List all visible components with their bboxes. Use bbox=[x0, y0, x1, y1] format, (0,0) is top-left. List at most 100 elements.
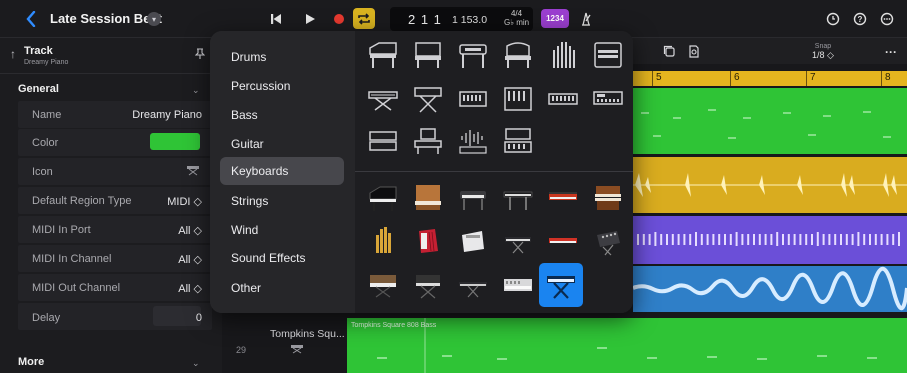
electric-piano-photo-icon[interactable] bbox=[453, 177, 493, 217]
category-bass[interactable]: Bass bbox=[220, 101, 344, 129]
mini-keyboard-icon[interactable] bbox=[543, 79, 583, 119]
compact-keyboard-icon[interactable] bbox=[588, 79, 628, 119]
synth-on-stand-icon[interactable] bbox=[408, 79, 448, 119]
midi-in-port-value[interactable]: All ◇ bbox=[178, 224, 202, 237]
keytar-icon[interactable] bbox=[363, 79, 403, 119]
record-icon bbox=[334, 14, 344, 24]
inspector-track-label[interactable]: Track bbox=[24, 45, 53, 57]
general-section-title[interactable]: General bbox=[18, 83, 59, 95]
region-name: Tompkins Square 808 Bass bbox=[351, 322, 437, 329]
playhead-position: 2 1 1 bbox=[408, 12, 442, 27]
back-button[interactable] bbox=[22, 9, 40, 29]
more-section-title[interactable]: More bbox=[18, 356, 44, 368]
snap-value: 1/8 ◇ bbox=[812, 50, 834, 60]
pin-icon[interactable] bbox=[194, 48, 206, 63]
bar-number: 7 bbox=[810, 72, 816, 83]
keyboard-stand-icon[interactable] bbox=[186, 164, 200, 179]
category-keyboards[interactable]: Keyboards bbox=[220, 157, 344, 185]
delay-field[interactable] bbox=[153, 306, 201, 326]
midi-region-green[interactable] bbox=[633, 88, 907, 154]
skip-back-icon bbox=[271, 14, 281, 24]
history-button[interactable] bbox=[823, 9, 843, 29]
track-name[interactable]: Tompkins Squ... bbox=[270, 328, 345, 340]
audio-region-yellow[interactable] bbox=[633, 157, 907, 213]
category-wind[interactable]: Wind bbox=[220, 216, 344, 244]
grand-piano-icon[interactable] bbox=[363, 35, 403, 75]
pipe-organ-photo-icon[interactable] bbox=[363, 221, 403, 261]
icon-grid bbox=[355, 31, 633, 313]
digital-keyboard-photo-icon[interactable] bbox=[498, 221, 538, 261]
red-keyboard-photo-icon[interactable] bbox=[543, 221, 583, 261]
category-percussion[interactable]: Percussion bbox=[220, 72, 344, 100]
red-synth-photo-icon[interactable] bbox=[543, 177, 583, 217]
metronome-button[interactable] bbox=[576, 9, 596, 29]
synth-dark-photo-icon[interactable] bbox=[453, 265, 493, 305]
sampler-waveform-icon[interactable] bbox=[453, 121, 493, 161]
region-type-value[interactable]: MIDI ◇ bbox=[167, 195, 202, 208]
snap-control[interactable]: Snap 1/8 ◇ bbox=[812, 42, 834, 61]
question-icon: ? bbox=[853, 12, 867, 26]
silver-synth-photo-icon[interactable] bbox=[498, 265, 538, 305]
loop-browser-icon[interactable] bbox=[687, 44, 700, 62]
modular-synth-icon[interactable] bbox=[498, 79, 538, 119]
synth-stand-photo-icon[interactable] bbox=[408, 265, 448, 305]
controller-keyboard-icon[interactable] bbox=[498, 121, 538, 161]
keyboard-stand-selected-icon[interactable] bbox=[539, 263, 583, 307]
chevron-down-icon[interactable]: ⌄ bbox=[192, 85, 200, 96]
play-button[interactable] bbox=[302, 10, 318, 28]
section-divider bbox=[355, 171, 633, 172]
two-tier-keyboard-icon[interactable] bbox=[363, 121, 403, 161]
category-other[interactable]: Other bbox=[220, 274, 344, 302]
keyboard-rack-icon[interactable] bbox=[453, 79, 493, 119]
ellipsis-circle-icon bbox=[880, 12, 894, 26]
color-swatch[interactable] bbox=[150, 133, 200, 150]
category-strings[interactable]: Strings bbox=[220, 187, 344, 215]
go-to-start-button[interactable] bbox=[268, 10, 284, 28]
delay-label: Delay bbox=[32, 312, 61, 324]
count-in-button[interactable]: 1234 bbox=[541, 9, 569, 28]
midi-region-purple[interactable] bbox=[633, 216, 907, 264]
icon-picker-popover: Drums Percussion Bass Guitar Keyboards S… bbox=[210, 31, 633, 313]
upright-piano-icon[interactable] bbox=[408, 35, 448, 75]
icon-label: Icon bbox=[32, 166, 53, 178]
project-title[interactable]: Late Session Beat bbox=[50, 11, 162, 26]
delay-value[interactable]: 0 bbox=[196, 312, 202, 324]
organ-pipes-icon[interactable] bbox=[543, 35, 583, 75]
copy-icon[interactable] bbox=[663, 45, 676, 61]
chevron-down-icon[interactable]: ⌄ bbox=[192, 358, 200, 369]
more-options-button[interactable] bbox=[877, 9, 897, 29]
region-type-label: Default Region Type bbox=[32, 195, 132, 207]
bar-number: 8 bbox=[885, 72, 891, 83]
chevron-down-icon[interactable]: ▾ bbox=[147, 12, 161, 26]
accordion-photo-icon[interactable] bbox=[408, 221, 448, 261]
upright-wood-piano-photo-icon[interactable] bbox=[408, 177, 448, 217]
midi-in-channel-value[interactable]: All ◇ bbox=[178, 253, 202, 266]
electric-piano-icon[interactable] bbox=[453, 35, 493, 75]
midi-out-channel-value[interactable]: All ◇ bbox=[178, 282, 202, 295]
organ-console-icon[interactable] bbox=[588, 35, 628, 75]
metronome-icon bbox=[582, 12, 591, 26]
stage-piano-photo-icon[interactable] bbox=[498, 177, 538, 217]
grand-piano-photo-icon[interactable] bbox=[363, 177, 403, 217]
ellipsis-icon[interactable]: ··· bbox=[885, 45, 897, 59]
color-label: Color bbox=[32, 137, 59, 149]
inspector-track-subtitle: Dreamy Piano bbox=[24, 59, 69, 66]
ruler-bar-strip[interactable] bbox=[633, 71, 907, 86]
audio-region-blue[interactable] bbox=[633, 266, 907, 312]
workstation-icon[interactable] bbox=[408, 121, 448, 161]
category-drums[interactable]: Drums bbox=[220, 43, 344, 71]
category-guitar[interactable]: Guitar bbox=[220, 130, 344, 158]
name-value[interactable]: Dreamy Piano bbox=[132, 109, 202, 121]
keyboard-stand-icon bbox=[290, 344, 304, 357]
amp-photo-icon[interactable] bbox=[453, 221, 493, 261]
category-sound-effects[interactable]: Sound Effects bbox=[220, 244, 344, 272]
record-button[interactable] bbox=[331, 10, 347, 28]
lcd-display[interactable]: 2 1 1 1 153.0 4/4 G♭ min bbox=[390, 7, 533, 31]
help-button[interactable]: ? bbox=[850, 9, 870, 29]
wood-organ-photo-icon[interactable] bbox=[588, 177, 628, 217]
arrow-up-left-icon[interactable]: ↑ bbox=[10, 47, 16, 61]
cycle-button[interactable] bbox=[353, 8, 375, 29]
spinet-piano-icon[interactable] bbox=[498, 35, 538, 75]
drum-machine-photo-icon[interactable] bbox=[588, 221, 628, 261]
vintage-synth-photo-icon[interactable] bbox=[363, 265, 403, 305]
